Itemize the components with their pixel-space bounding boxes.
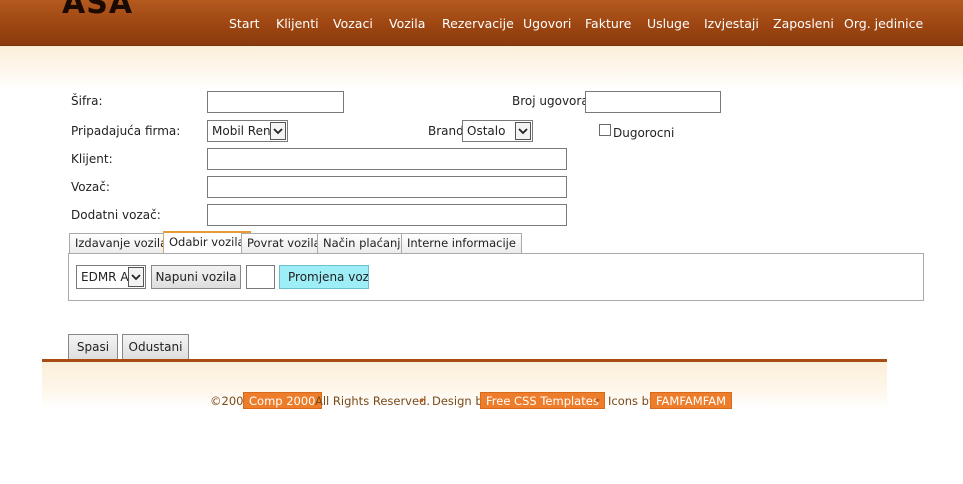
broj-ugovora-label: Broj ugovora: [512,94,593,108]
tab-povrat-vozila[interactable]: Povrat vozila [241,233,327,253]
header-gradient [0,46,963,90]
tab-izdavanje-vozila[interactable]: Izdavanje vozila [69,233,174,253]
nav-zaposleni[interactable]: Zaposleni [773,16,834,31]
footer-design-link[interactable]: Free CSS Templates [480,392,605,409]
firma-label: Pripadajuća firma: [71,124,181,138]
nav-org-jedinice[interactable]: Org. jedinice [844,16,923,31]
firma-select-value: Mobil Rent [212,124,276,138]
nav-ugovori[interactable]: Ugovori [523,16,571,31]
tab-nacin-placanja[interactable]: Način plaćanja [317,233,414,253]
nav-start[interactable]: Start [229,16,260,31]
footer-icons-link[interactable]: FAMFAMFAM [650,392,733,409]
sifra-label: Šifra: [71,94,103,108]
chevron-down-icon [270,122,286,140]
footer-company-link[interactable]: Comp 2000 [243,392,322,409]
vozilo-small-input[interactable] [246,265,275,289]
chevron-down-icon [515,122,531,140]
spasi-button[interactable]: Spasi [68,334,118,360]
nav-usluge[interactable]: Usluge [647,16,690,31]
site-logo[interactable]: ASA [62,0,133,21]
promjena-vozila-button[interactable]: Promjena vozila [279,265,369,289]
brand-select-value: Ostalo [467,124,506,138]
footer-separator: • [418,394,426,408]
broj-ugovora-input[interactable] [585,91,721,113]
odustani-button[interactable]: Odustani [122,334,189,360]
tab-odabir-vozila[interactable]: Odabir vozila [163,231,251,254]
brand-select[interactable]: Ostalo [462,120,533,142]
sifra-input[interactable] [207,91,344,113]
dodatni-vozac-label: Dodatni vozač: [71,208,161,222]
chevron-down-icon [128,267,144,287]
klijent-input[interactable] [207,148,567,170]
nav-fakture[interactable]: Fakture [585,16,631,31]
vehicle-select[interactable]: EDMR A [76,265,146,289]
tab-panel-odabir-vozila: EDMR A Napuni vozila Promjena vozila [68,253,924,301]
dugorocni-label: Dugorocni [613,126,675,140]
vehicle-select-value: EDMR A [81,270,129,284]
firma-select[interactable]: Mobil Rent [207,120,288,142]
footer-rights: All Rights Reserved. [315,394,431,408]
vozac-input[interactable] [207,176,567,198]
nav-vozila[interactable]: Vozila [389,16,425,31]
nav-izvjestaji[interactable]: Izvjestaji [704,16,759,31]
dodatni-vozac-input[interactable] [207,204,567,226]
klijent-label: Klijent: [71,152,113,166]
top-header-bar: ASA Start Klijenti Vozaci Vozila Rezerva… [0,0,963,46]
footer-icons-by: Icons by [608,394,656,408]
vozac-label: Vozač: [71,180,110,194]
tab-interne-informacije[interactable]: Interne informacije [401,233,522,253]
nav-rezervacije[interactable]: Rezervacije [442,16,514,31]
footer-separator: • [594,394,602,408]
napuni-vozila-button[interactable]: Napuni vozila [151,265,241,289]
dugorocni-checkbox[interactable] [599,124,611,136]
nav-klijenti[interactable]: Klijenti [276,16,319,31]
nav-vozaci[interactable]: Vozaci [333,16,373,31]
